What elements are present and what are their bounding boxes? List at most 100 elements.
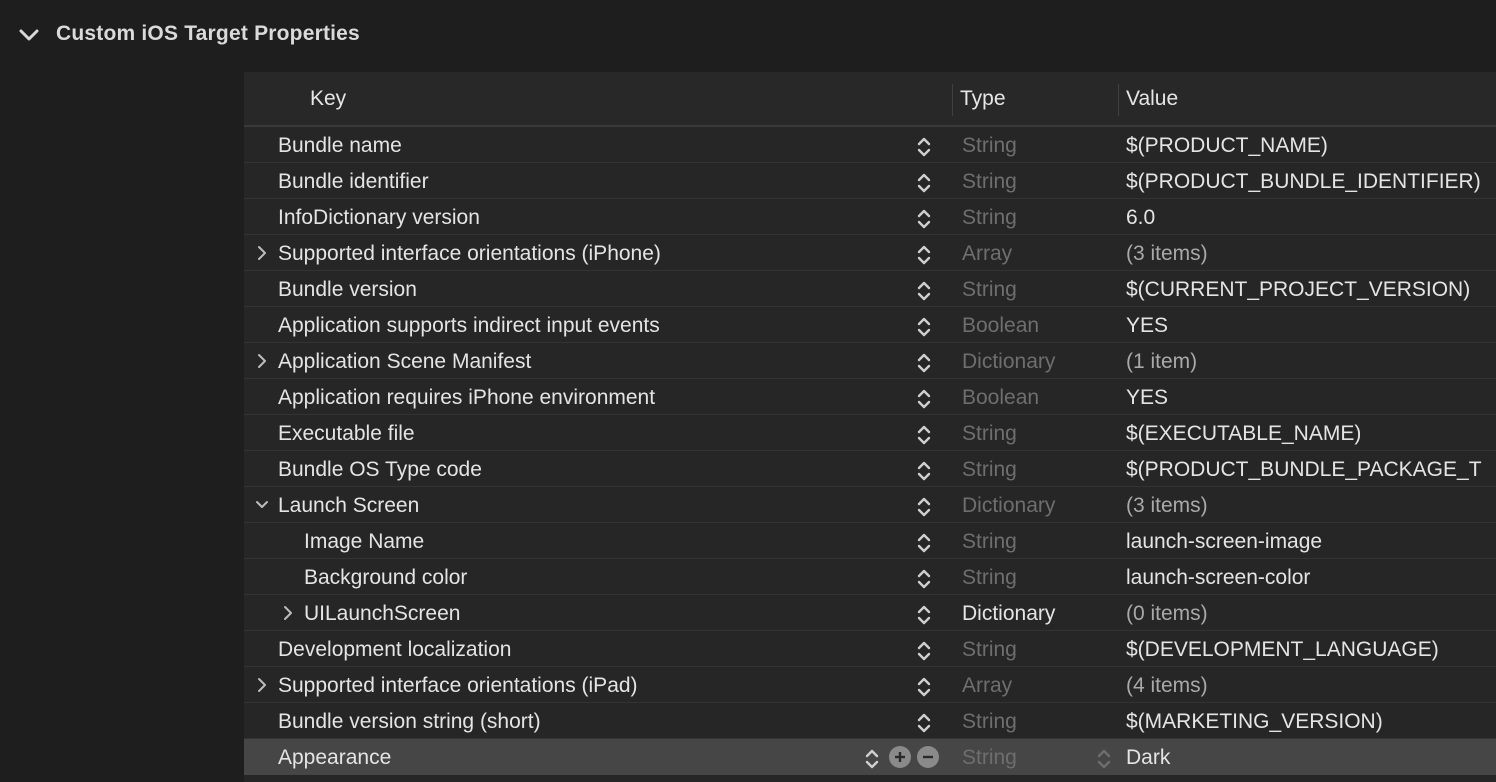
table-row[interactable]: Background color String launch-screen-colo… <box>244 559 1496 595</box>
table-row[interactable]: Development localization String $(DEVELOPM… <box>244 631 1496 667</box>
row-key[interactable]: Development localization <box>278 638 511 662</box>
row-key[interactable]: Application requires iPhone environment <box>278 386 655 410</box>
table-row[interactable]: Application supports indirect input even… <box>244 307 1496 343</box>
row-value[interactable]: $(PRODUCT_NAME) <box>1126 134 1328 158</box>
row-type[interactable]: String <box>962 710 1017 734</box>
row-value[interactable]: $(DEVELOPMENT_LANGUAGE) <box>1126 638 1439 662</box>
table-row[interactable]: Application Scene Manifest Dictionary (1 i… <box>244 343 1496 379</box>
row-type[interactable]: String <box>962 458 1017 482</box>
table-row[interactable]: InfoDictionary version String 6.0 <box>244 199 1496 235</box>
row-key[interactable]: Bundle identifier <box>278 170 429 194</box>
up-down-chevron-icon[interactable] <box>916 567 932 591</box>
chevron-down-icon[interactable] <box>255 497 269 513</box>
up-down-chevron-icon[interactable] <box>916 387 932 411</box>
row-key[interactable]: Executable file <box>278 422 415 446</box>
table-row[interactable]: Bundle name String $(PRODUCT_NAME) <box>244 127 1496 163</box>
table-row[interactable]: Bundle version string (short) String $(MAR… <box>244 703 1496 739</box>
row-key[interactable]: Bundle version string (short) <box>278 710 541 734</box>
table-row[interactable]: Executable file String $(EXECUTABLE_NAME) <box>244 415 1496 451</box>
row-type[interactable]: Array <box>962 242 1012 266</box>
row-value[interactable]: YES <box>1126 314 1168 338</box>
chevron-right-icon[interactable] <box>255 353 269 369</box>
table-row[interactable]: Supported interface orientations (iPhone… <box>244 235 1496 271</box>
column-header-value[interactable]: Value <box>1126 87 1178 111</box>
table-row[interactable]: Bundle identifier String $(PRODUCT_BUNDLE_… <box>244 163 1496 199</box>
up-down-chevron-icon[interactable] <box>916 603 932 627</box>
table-row[interactable]: UILaunchScreen Dictionary (0 items) <box>244 595 1496 631</box>
column-header-key[interactable]: Key <box>310 87 346 111</box>
row-key[interactable]: Launch Screen <box>278 494 419 518</box>
row-key[interactable]: UILaunchScreen <box>304 602 460 626</box>
row-key[interactable]: Application supports indirect input even… <box>278 314 660 338</box>
chevron-down-icon[interactable] <box>18 26 40 46</box>
column-divider[interactable] <box>952 84 953 116</box>
row-value[interactable]: $(CURRENT_PROJECT_VERSION) <box>1126 278 1470 302</box>
minus-circle-icon[interactable] <box>917 746 939 768</box>
table-row[interactable]: Image Name String launch-screen-image <box>244 523 1496 559</box>
row-key[interactable]: Supported interface orientations (iPhone… <box>278 242 661 266</box>
chevron-right-icon[interactable] <box>281 605 295 621</box>
up-down-chevron-icon[interactable] <box>916 351 932 375</box>
row-value[interactable]: (3 items) <box>1126 242 1208 266</box>
chevron-right-icon[interactable] <box>255 245 269 261</box>
table-row[interactable]: Bundle version String $(CURRENT_PROJECT_VE… <box>244 271 1496 307</box>
row-key[interactable]: Appearance <box>278 746 391 770</box>
column-divider[interactable] <box>1118 84 1119 116</box>
up-down-chevron-icon[interactable] <box>916 135 932 159</box>
up-down-chevron-icon[interactable] <box>916 315 932 339</box>
row-value[interactable]: 6.0 <box>1126 206 1155 230</box>
row-value[interactable]: launch-screen-image <box>1126 530 1322 554</box>
row-type[interactable]: String <box>962 638 1017 662</box>
row-value[interactable]: (4 items) <box>1126 674 1208 698</box>
up-down-chevron-icon[interactable] <box>916 207 932 231</box>
row-type[interactable]: Dictionary <box>962 350 1055 374</box>
row-key[interactable]: Image Name <box>304 530 424 554</box>
row-key[interactable]: Background color <box>304 566 467 590</box>
row-type[interactable]: Dictionary <box>962 494 1055 518</box>
row-type[interactable]: Array <box>962 674 1012 698</box>
table-row[interactable]: Supported interface orientations (iPad) A… <box>244 667 1496 703</box>
row-key[interactable]: Bundle version <box>278 278 417 302</box>
row-type[interactable]: String <box>962 170 1017 194</box>
row-value[interactable]: YES <box>1126 386 1168 410</box>
row-key[interactable]: Bundle OS Type code <box>278 458 482 482</box>
up-down-chevron-icon[interactable] <box>916 279 932 303</box>
up-down-chevron-icon[interactable] <box>916 243 932 267</box>
up-down-chevron-icon[interactable] <box>916 171 932 195</box>
up-down-chevron-icon[interactable] <box>916 423 932 447</box>
row-value[interactable]: (1 item) <box>1126 350 1197 374</box>
row-type[interactable]: String <box>962 278 1017 302</box>
row-type[interactable]: String <box>962 206 1017 230</box>
row-value[interactable]: $(MARKETING_VERSION) <box>1126 710 1383 734</box>
row-type[interactable]: String <box>962 746 1017 770</box>
table-row[interactable]: Bundle OS Type code String $(PRODUCT_BUNDL… <box>244 451 1496 487</box>
row-type[interactable]: Dictionary <box>962 602 1055 626</box>
table-row[interactable]: Appearance String Dark <box>244 739 1496 775</box>
row-value[interactable]: Dark <box>1126 746 1170 770</box>
row-key[interactable]: Supported interface orientations (iPad) <box>278 674 638 698</box>
row-type[interactable]: String <box>962 422 1017 446</box>
plus-circle-icon[interactable] <box>889 746 911 768</box>
up-down-chevron-icon[interactable] <box>916 495 932 519</box>
up-down-chevron-icon[interactable] <box>1096 747 1112 771</box>
row-value[interactable]: launch-screen-color <box>1126 566 1310 590</box>
row-value[interactable]: $(PRODUCT_BUNDLE_IDENTIFIER) <box>1126 170 1481 194</box>
up-down-chevron-icon[interactable] <box>916 639 932 663</box>
row-key[interactable]: Application Scene Manifest <box>278 350 531 374</box>
up-down-chevron-icon[interactable] <box>916 459 932 483</box>
up-down-chevron-icon[interactable] <box>916 711 932 735</box>
chevron-right-icon[interactable] <box>255 677 269 693</box>
row-value[interactable]: (3 items) <box>1126 494 1208 518</box>
row-value[interactable]: $(EXECUTABLE_NAME) <box>1126 422 1361 446</box>
up-down-chevron-icon[interactable] <box>916 531 932 555</box>
row-type[interactable]: String <box>962 530 1017 554</box>
table-row[interactable]: Launch Screen Dictionary (3 items) <box>244 487 1496 523</box>
table-row[interactable]: Application requires iPhone environment B… <box>244 379 1496 415</box>
row-key[interactable]: InfoDictionary version <box>278 206 480 230</box>
row-value[interactable]: $(PRODUCT_BUNDLE_PACKAGE_T <box>1126 458 1482 482</box>
row-type[interactable]: Boolean <box>962 314 1039 338</box>
row-type[interactable]: String <box>962 566 1017 590</box>
row-key[interactable]: Bundle name <box>278 134 402 158</box>
row-value[interactable]: (0 items) <box>1126 602 1208 626</box>
section-header[interactable]: Custom iOS Target Properties <box>0 0 1496 72</box>
